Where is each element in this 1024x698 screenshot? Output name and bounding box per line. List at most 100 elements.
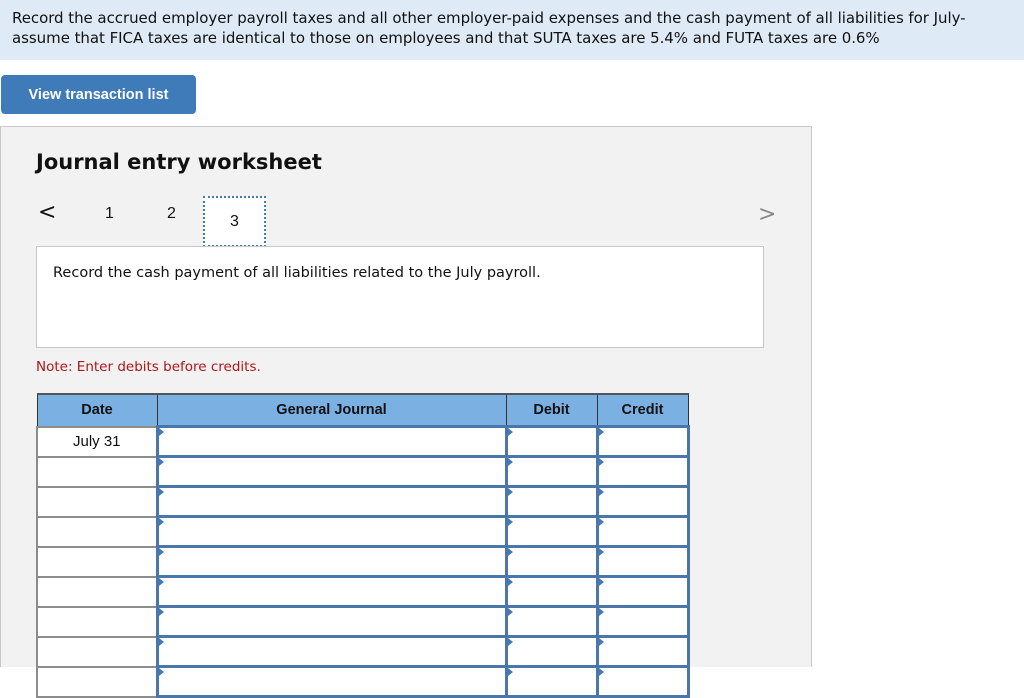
credit-cell (595, 605, 690, 638)
cell-marker-icon (158, 638, 164, 646)
credit-cell (595, 515, 690, 548)
cell-marker-icon (598, 458, 604, 466)
credit-input[interactable] (598, 548, 687, 575)
date-cell (36, 605, 158, 638)
account-cell (155, 515, 508, 548)
account-input[interactable] (158, 488, 505, 515)
table-row (36, 455, 690, 488)
debit-cell (504, 665, 599, 698)
cell-marker-icon (158, 428, 164, 436)
cell-marker-icon (158, 578, 164, 586)
account-input[interactable] (158, 548, 505, 575)
cell-marker-icon (507, 668, 513, 676)
table-row: July 31 (36, 425, 690, 458)
view-transaction-list-button[interactable]: View transaction list (1, 75, 196, 114)
cell-marker-icon (507, 608, 513, 616)
instructions-text: Record the accrued employer payroll taxe… (12, 9, 966, 47)
cell-marker-icon (158, 548, 164, 556)
cell-marker-icon (598, 578, 604, 586)
cell-marker-icon (507, 458, 513, 466)
account-input[interactable] (158, 458, 505, 485)
header-date: Date (36, 393, 158, 427)
credit-input[interactable] (598, 458, 687, 485)
date-cell (36, 455, 158, 488)
credit-cell (595, 665, 690, 698)
account-input[interactable] (158, 428, 505, 455)
cell-marker-icon (507, 428, 513, 436)
debit-cell (504, 635, 599, 668)
date-cell (36, 485, 158, 518)
debit-input[interactable] (507, 518, 596, 545)
table-row (36, 575, 690, 608)
credit-input[interactable] (598, 428, 687, 455)
table-row (36, 605, 690, 638)
chevron-right-icon[interactable]: > (758, 203, 776, 227)
account-input[interactable] (158, 668, 505, 695)
cell-marker-icon (598, 638, 604, 646)
date-cell (36, 515, 158, 548)
account-input[interactable] (158, 518, 505, 545)
account-input[interactable] (158, 608, 505, 635)
header-debit: Debit (505, 393, 598, 427)
debit-input[interactable] (507, 548, 596, 575)
cell-marker-icon (507, 638, 513, 646)
account-cell (155, 545, 508, 578)
entry-instruction-box: Record the cash payment of all liabiliti… (36, 246, 764, 348)
credit-input[interactable] (598, 578, 687, 605)
cell-marker-icon (507, 488, 513, 496)
cell-marker-icon (598, 548, 604, 556)
debit-input[interactable] (507, 488, 596, 515)
header-general-journal: General Journal (156, 393, 507, 427)
debit-input[interactable] (507, 638, 596, 665)
credit-input[interactable] (598, 608, 687, 635)
account-cell (155, 425, 508, 458)
cell-marker-icon (158, 668, 164, 676)
debit-input[interactable] (507, 608, 596, 635)
tab-2[interactable]: 2 (167, 205, 176, 223)
account-input[interactable] (158, 578, 505, 605)
instructions-banner: Record the accrued employer payroll taxe… (0, 0, 1024, 60)
cell-marker-icon (507, 518, 513, 526)
credit-cell (595, 545, 690, 578)
debit-cell (504, 485, 599, 518)
journal-entry-worksheet-panel: Journal entry worksheet < 1 2 3 > Record… (0, 126, 812, 698)
account-cell (155, 665, 508, 698)
debit-cell (504, 545, 599, 578)
credit-input[interactable] (598, 668, 687, 695)
debit-input[interactable] (507, 578, 596, 605)
tab-3-active[interactable]: 3 (203, 196, 266, 247)
debit-cell (504, 425, 599, 458)
date-cell (36, 665, 158, 698)
credit-input[interactable] (598, 488, 687, 515)
cell-marker-icon (598, 608, 604, 616)
cell-marker-icon (507, 548, 513, 556)
debit-input[interactable] (507, 668, 596, 695)
credit-cell (595, 425, 690, 458)
worksheet-title: Journal entry worksheet (36, 150, 322, 174)
date-cell (36, 545, 158, 578)
table-row (36, 665, 690, 698)
date-cell (36, 575, 158, 608)
cell-marker-icon (158, 488, 164, 496)
chevron-left-icon[interactable]: < (38, 201, 56, 225)
account-cell (155, 575, 508, 608)
table-header-row: Date General Journal Debit Credit (36, 393, 689, 427)
table-row (36, 635, 690, 668)
cell-marker-icon (598, 428, 604, 436)
date-cell (36, 635, 158, 668)
account-cell (155, 635, 508, 668)
debit-input[interactable] (507, 428, 596, 455)
credit-input[interactable] (598, 638, 687, 665)
table-row (36, 515, 690, 548)
account-input[interactable] (158, 638, 505, 665)
tab-1[interactable]: 1 (105, 205, 114, 223)
credit-cell (595, 575, 690, 608)
account-cell (155, 455, 508, 488)
credit-input[interactable] (598, 518, 687, 545)
cell-marker-icon (507, 578, 513, 586)
debit-input[interactable] (507, 458, 596, 485)
account-cell (155, 485, 508, 518)
date-cell: July 31 (36, 425, 158, 458)
cell-marker-icon (158, 458, 164, 466)
credit-cell (595, 635, 690, 668)
